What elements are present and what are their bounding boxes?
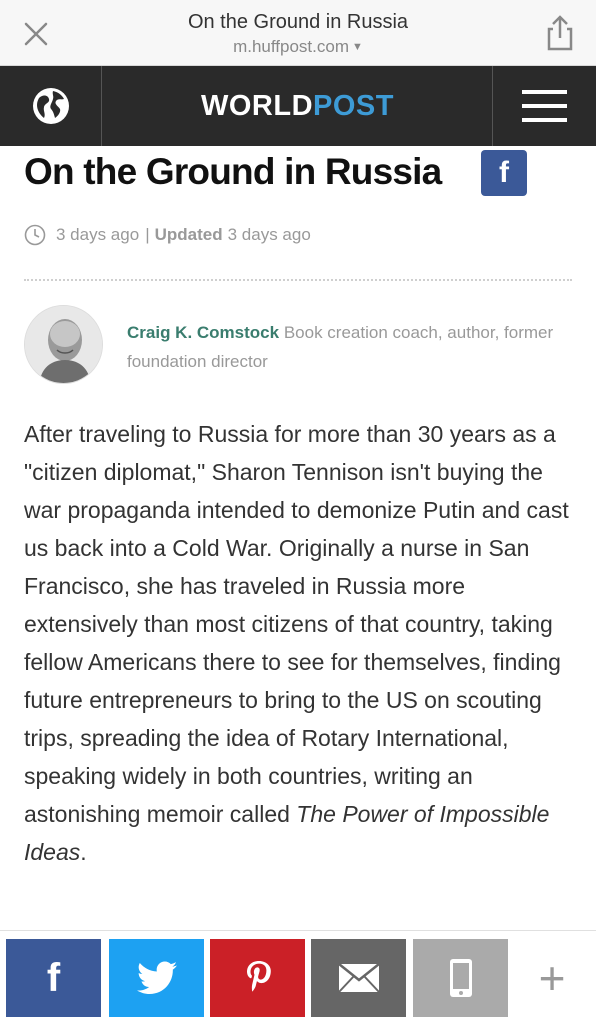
twitter-share-button[interactable] [109, 939, 204, 1017]
site-header: WORLD POST [0, 66, 596, 146]
mail-icon [337, 963, 380, 993]
facebook-share-badge[interactable]: f [481, 150, 527, 196]
author-avatar[interactable] [24, 305, 103, 384]
url-text: m.huffpost.com [233, 37, 349, 56]
phone-icon [449, 959, 472, 997]
pinterest-share-button[interactable] [210, 939, 305, 1017]
sms-share-button[interactable] [413, 939, 508, 1017]
article-body: After traveling to Russia for more than … [24, 415, 584, 871]
more-share-button[interactable]: + [508, 939, 596, 1017]
browser-page-title: On the Ground in Russia [187, 11, 409, 33]
menu-line [522, 90, 567, 94]
share-bar: f + [0, 930, 596, 1024]
pinterest-icon [246, 961, 271, 992]
menu-line [522, 118, 567, 122]
logo-world-text: WORLD [201, 89, 314, 122]
updated-label: Updated [154, 225, 223, 244]
facebook-icon: f [46, 955, 61, 1000]
facebook-share-button[interactable]: f [6, 939, 101, 1017]
author-name-link[interactable]: Craig K. Comstock [127, 323, 279, 342]
email-share-button[interactable] [311, 939, 406, 1017]
browser-toolbar: On the Ground in Russia m.huffpost.com ▼ [0, 0, 596, 66]
globe-button[interactable] [0, 66, 102, 146]
article-paragraph: After traveling to Russia for more than … [24, 421, 569, 827]
clock-icon [24, 224, 46, 246]
article-headline: On the Ground in Russia [24, 151, 442, 192]
worldpost-logo[interactable]: WORLD POST [103, 66, 492, 146]
share-icon[interactable] [540, 12, 580, 52]
article-timestamp: 3 days ago | Updated 3 days ago [24, 224, 311, 246]
close-icon[interactable] [16, 14, 56, 54]
time-separator: | [145, 225, 150, 244]
paragraph-end: . [80, 839, 87, 865]
browser-url[interactable]: m.huffpost.com ▼ [100, 37, 496, 57]
posted-time: 3 days ago [56, 225, 140, 244]
logo-post-text: POST [313, 89, 394, 122]
menu-line [522, 104, 567, 108]
twitter-icon [136, 961, 177, 994]
updated-time: 3 days ago [227, 225, 311, 244]
plus-icon: + [538, 952, 566, 1004]
chevron-down-icon: ▼ [352, 41, 363, 53]
divider [24, 279, 572, 281]
globe-icon [32, 88, 69, 124]
author-byline: Craig K. Comstock Book creation coach, a… [127, 318, 567, 376]
hamburger-menu-icon[interactable] [492, 66, 596, 146]
